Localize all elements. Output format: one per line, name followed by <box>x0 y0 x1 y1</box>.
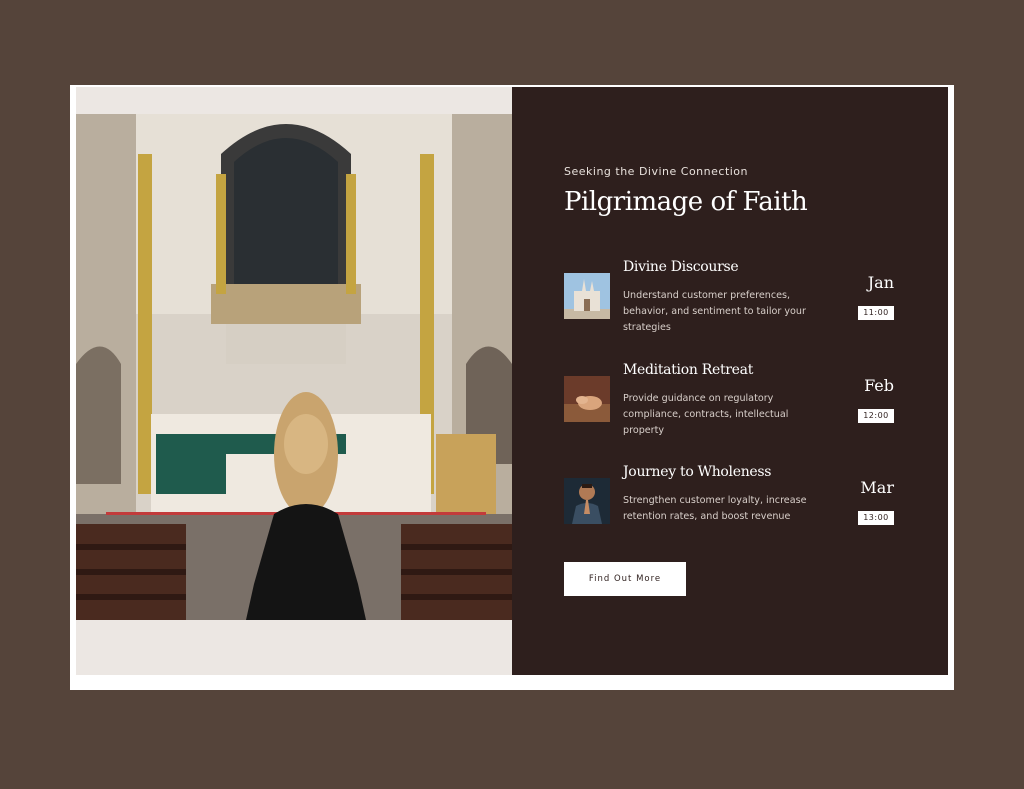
event-description: Provide guidance on regulatory complianc… <box>623 393 789 436</box>
event-item[interactable]: Journey to Wholeness Strengthen customer… <box>564 464 904 564</box>
event-month: Jan <box>867 273 894 292</box>
left-panel <box>76 87 512 675</box>
event-thumbnail <box>564 273 610 319</box>
event-title: Divine Discourse <box>623 259 739 275</box>
content-card: Seeking the Divine Connection Pilgrimage… <box>70 85 954 690</box>
event-time-badge: 13:00 <box>858 511 894 525</box>
event-time-badge: 11:00 <box>858 306 894 320</box>
right-panel: Seeking the Divine Connection Pilgrimage… <box>512 87 948 675</box>
event-thumbnail <box>564 478 610 524</box>
event-title: Journey to Wholeness <box>623 464 772 480</box>
event-time-badge: 12:00 <box>858 409 894 423</box>
event-item[interactable]: Meditation Retreat Provide guidance on r… <box>564 362 904 462</box>
event-month: Mar <box>860 478 894 497</box>
event-month: Feb <box>864 376 894 395</box>
eyebrow-text: Seeking the Divine Connection <box>564 165 749 178</box>
event-description: Strengthen customer loyalty, increase re… <box>623 495 807 522</box>
hero-photo <box>76 114 512 620</box>
find-out-more-button[interactable]: Find Out More <box>564 562 686 596</box>
event-thumbnail <box>564 376 610 422</box>
event-item[interactable]: Divine Discourse Understand customer pre… <box>564 259 904 359</box>
event-title: Meditation Retreat <box>623 362 754 378</box>
event-description: Understand customer preferences, behavio… <box>623 290 806 333</box>
page-title: Pilgrimage of Faith <box>564 187 808 217</box>
